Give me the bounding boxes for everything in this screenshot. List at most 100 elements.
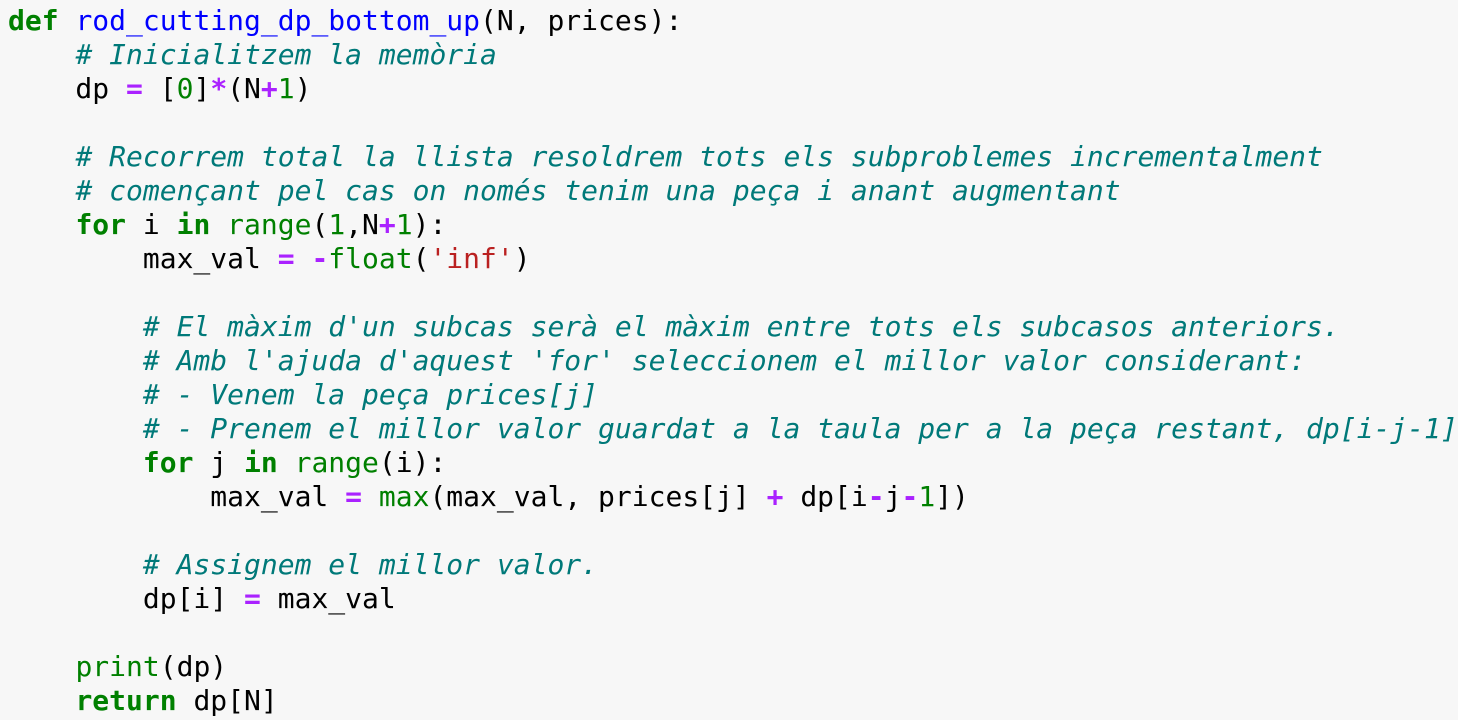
code-token-tx: dp <box>8 72 127 105</box>
code-token-bi: max <box>378 480 430 513</box>
code-line: for i in range(1,N+1): <box>8 208 1458 242</box>
code-token-tx <box>8 140 75 173</box>
code-token-op: = <box>126 72 143 105</box>
code-token-num: 1 <box>395 208 413 241</box>
code-token-tx <box>8 208 75 241</box>
code-line: def rod_cutting_dp_bottom_up(N, prices): <box>8 4 1458 38</box>
code-token-cm: # - Prenem el millor valor guardat a la … <box>142 412 1458 445</box>
code-token-tx: (i): <box>378 446 447 479</box>
code-token-tx <box>295 242 312 275</box>
code-token-op: - <box>311 242 329 275</box>
code-token-bi: float <box>328 242 413 275</box>
code-token-kw: return <box>75 684 177 717</box>
code-token-cm: # començant pel cas on només tenim una p… <box>75 174 1121 207</box>
code-token-tx: ] <box>193 72 211 105</box>
code-line: dp = [0]*(N+1) <box>8 72 1458 106</box>
code-line: # - Venem la peça prices[j] <box>8 378 1458 412</box>
code-token-tx: max_val <box>8 480 346 513</box>
code-token-tx: max_val <box>260 582 396 615</box>
code-token-tx <box>8 174 75 207</box>
code-token-num: 1 <box>277 72 295 105</box>
code-token-tx <box>59 4 76 37</box>
code-token-cm: # El màxim d'un subcas serà el màxim ent… <box>142 310 1340 343</box>
code-line: max_val = -float('inf') <box>8 242 1458 276</box>
code-token-num: 0 <box>176 72 194 105</box>
code-token-op: = <box>277 242 295 275</box>
code-token-op: = <box>244 582 261 615</box>
code-line: max_val = max(max_val, prices[j] + dp[i-… <box>8 480 1458 514</box>
code-token-tx: i <box>126 208 177 241</box>
code-token-tx <box>8 38 75 71</box>
code-line: for j in range(i): <box>8 446 1458 480</box>
code-token-tx <box>8 412 143 445</box>
code-token-kw: def <box>8 4 59 37</box>
code-token-op: = <box>345 480 363 513</box>
code-token-tx <box>8 378 143 411</box>
code-token-tx <box>278 446 295 479</box>
code-token-tx: dp[N] <box>176 684 278 717</box>
code-token-tx: (max_val, prices[j] <box>429 480 767 513</box>
code-token-tx: j <box>193 446 245 479</box>
code-token-kw: in <box>244 446 278 479</box>
code-token-tx: dp[i] <box>8 582 245 615</box>
code-token-kw: for <box>142 446 194 479</box>
code-token-tx <box>8 446 143 479</box>
code-line: # El màxim d'un subcas serà el màxim ent… <box>8 310 1458 344</box>
code-token-tx <box>8 548 143 581</box>
code-token-tx <box>8 310 143 343</box>
code-token-cm: # Amb l'ajuda d'aquest 'for' seleccionem… <box>142 344 1307 377</box>
code-token-tx <box>8 344 143 377</box>
code-token-tx <box>362 480 379 513</box>
code-token-num: 1 <box>328 208 346 241</box>
code-token-kw: in <box>176 208 211 241</box>
code-line: # Assignem el millor valor. <box>8 548 1458 582</box>
code-line: # Inicialitzem la memòria <box>8 38 1458 72</box>
code-token-tx: ( <box>311 208 329 241</box>
code-token-tx: [ <box>142 72 177 105</box>
code-token-tx: ]) <box>935 480 969 513</box>
code-line: # Recorrem total la llista resoldrem tot… <box>8 140 1458 174</box>
code-token-tx: max_val <box>8 242 278 275</box>
code-token-cm: # - Venem la peça prices[j] <box>142 378 599 411</box>
code-token-tx: j <box>884 480 902 513</box>
code-token-op: * <box>210 72 228 105</box>
code-token-tx: ( <box>412 242 430 275</box>
code-token-tx: (dp) <box>159 650 228 683</box>
code-token-op: - <box>901 480 919 513</box>
code-token-tx: (N, prices): <box>480 4 683 37</box>
code-token-op: - <box>867 480 885 513</box>
code-token-bi: range <box>294 446 379 479</box>
code-line: # - Prenem el millor valor guardat a la … <box>8 412 1458 446</box>
code-token-op: + <box>766 480 784 513</box>
code-token-tx: dp[i <box>783 480 868 513</box>
code-token-tx: ): <box>412 208 447 241</box>
code-token-bi: print <box>75 650 160 683</box>
code-token-fn: rod_cutting_dp_bottom_up <box>75 4 481 37</box>
code-line: # Amb l'ajuda d'aquest 'for' seleccionem… <box>8 344 1458 378</box>
code-token-op: + <box>260 72 278 105</box>
code-token-cm: # Recorrem total la llista resoldrem tot… <box>75 140 1323 173</box>
code-token-tx <box>8 684 75 717</box>
code-token-tx: ) <box>294 72 312 105</box>
code-token-tx <box>8 650 75 683</box>
code-line: # començant pel cas on només tenim una p… <box>8 174 1458 208</box>
code-token-tx <box>210 208 227 241</box>
code-token-kw: for <box>75 208 127 241</box>
code-token-op: + <box>378 208 396 241</box>
code-block: def rod_cutting_dp_bottom_up(N, prices):… <box>8 4 1458 718</box>
code-line: print(dp) <box>8 650 1458 684</box>
code-token-cm: # Assignem el millor valor. <box>142 548 599 581</box>
code-line: dp[i] = max_val <box>8 582 1458 616</box>
code-token-tx: ,N <box>345 208 379 241</box>
code-token-tx: ) <box>513 242 531 275</box>
code-line: return dp[N] <box>8 684 1458 718</box>
code-token-cm: # Inicialitzem la memòria <box>75 38 497 71</box>
code-token-str: 'inf' <box>429 242 514 275</box>
code-token-num: 1 <box>918 480 936 513</box>
code-token-tx: (N <box>227 72 261 105</box>
code-token-bi: range <box>227 208 312 241</box>
